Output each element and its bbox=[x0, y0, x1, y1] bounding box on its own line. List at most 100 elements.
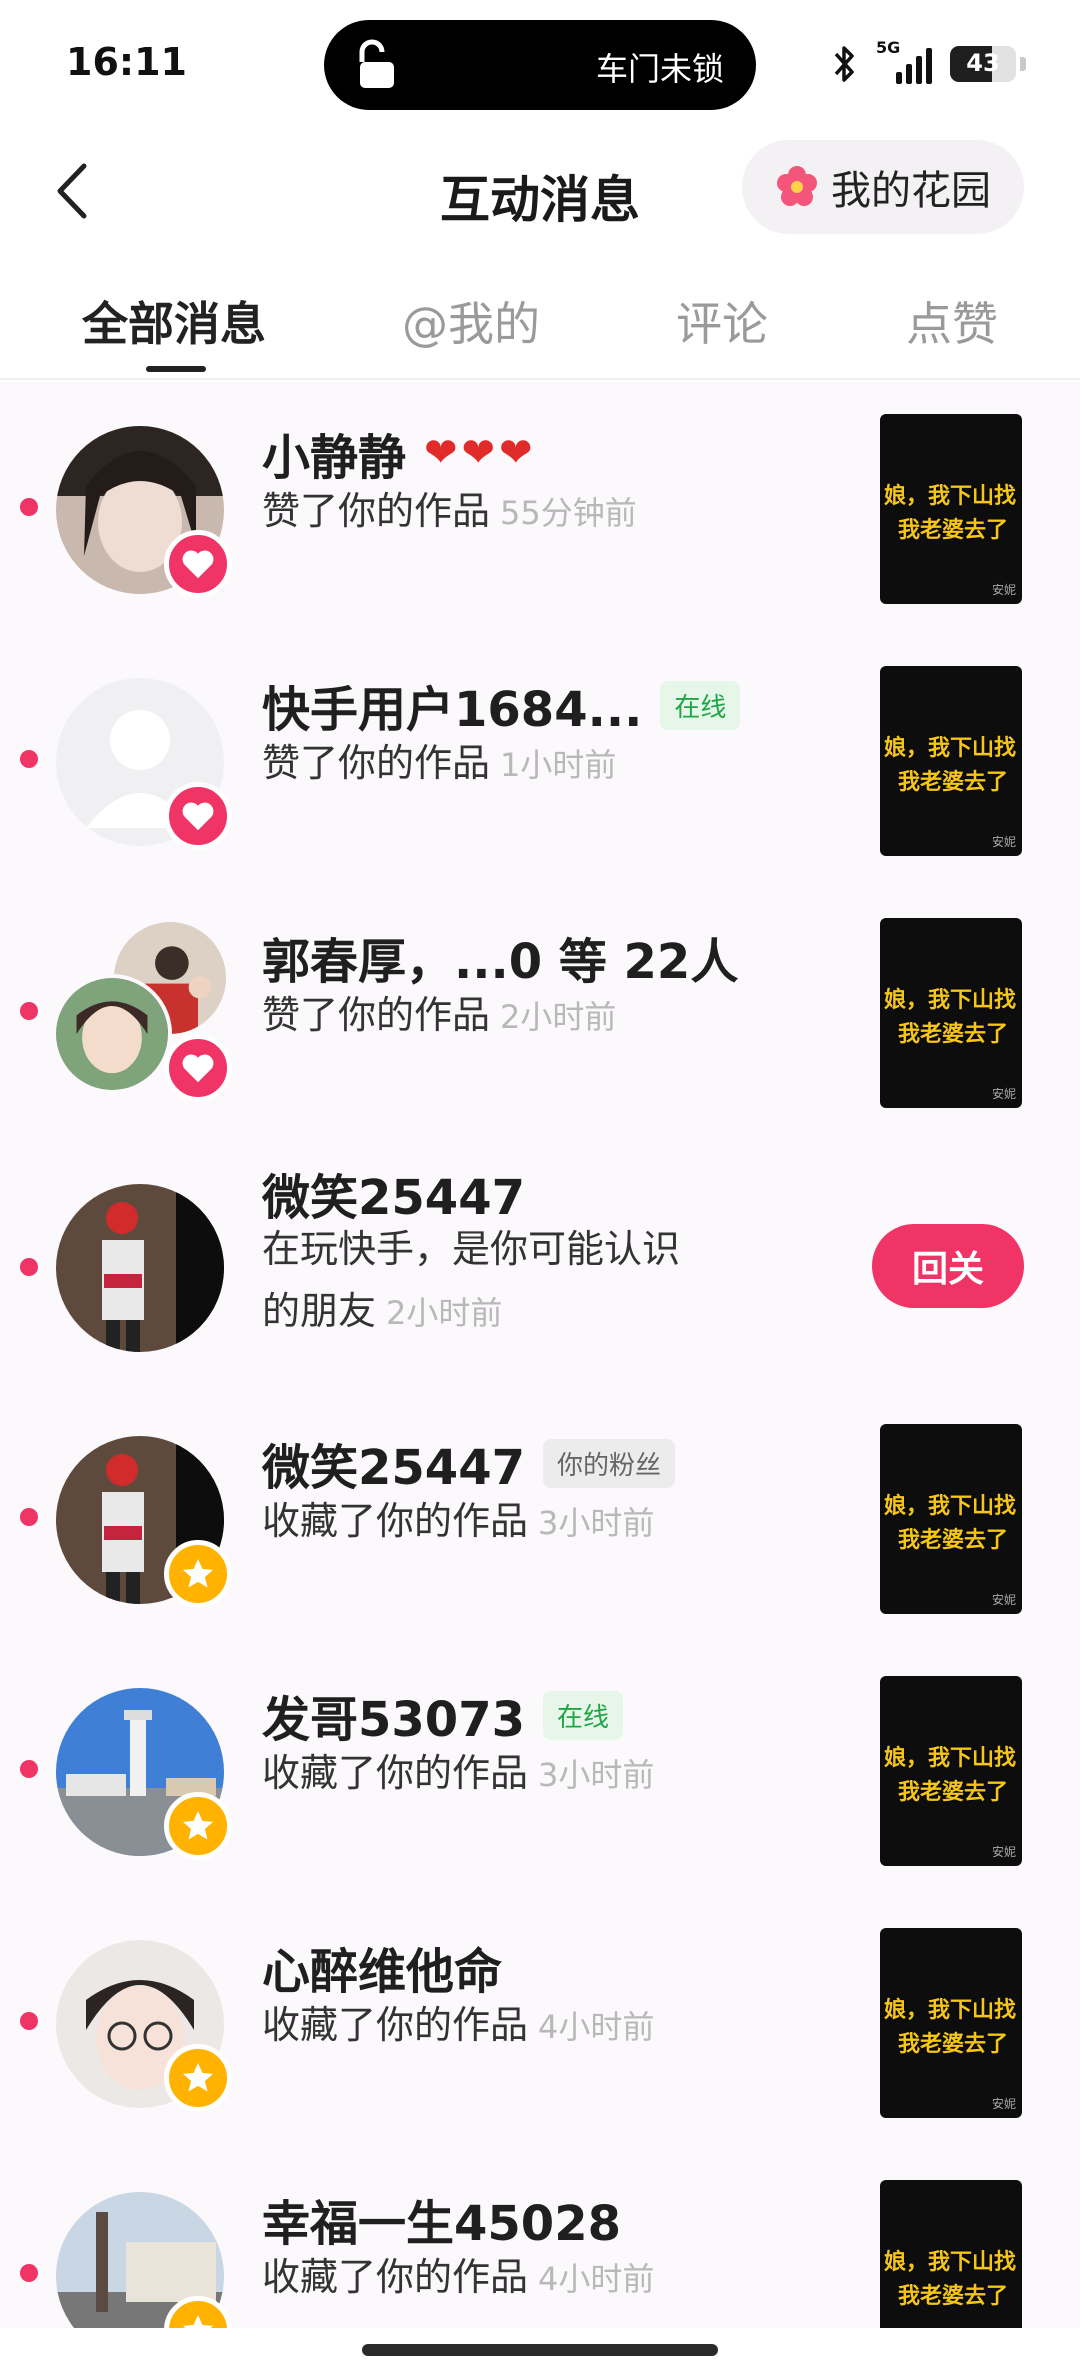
star-icon bbox=[182, 2314, 214, 2328]
signal-icon: 5G bbox=[876, 38, 932, 84]
thumbnail-watermark: 安妮 bbox=[991, 1845, 1016, 1859]
follow-back-button[interactable]: 回关 bbox=[872, 1224, 1024, 1308]
user-names-group[interactable]: 郭春厚，...0 等 22人 bbox=[262, 922, 738, 992]
tab-mentions[interactable]: @我的 bbox=[402, 288, 540, 354]
status-icons: 5G 43 bbox=[830, 36, 1026, 92]
unread-dot bbox=[20, 2264, 38, 2282]
unread-dot bbox=[20, 2012, 38, 2030]
thumbnail-caption-2: 我老婆去了 bbox=[898, 2032, 1009, 2057]
message-text: 收藏了你的作品 4小时前 bbox=[262, 2246, 702, 2310]
video-thumbnail[interactable]: 娘，我下山找 我老婆去了 安妮 bbox=[880, 1424, 1022, 1614]
dynamic-island[interactable]: 车门未锁 bbox=[324, 20, 756, 110]
unread-dot bbox=[20, 1258, 38, 1276]
message-list[interactable]: 小静静 ❤❤❤ 赞了你的作品 55分钟前 娘，我下山找 我老婆去了 安妮 快手用户… bbox=[0, 382, 1080, 2328]
thumbnail-caption-2: 我老婆去了 bbox=[898, 1022, 1009, 1047]
user-name[interactable]: 小静静 bbox=[262, 418, 406, 488]
favorite-badge bbox=[164, 1540, 232, 1608]
status-bar: 16:11 车门未锁 5G 43 bbox=[0, 0, 1080, 130]
time-ago: 3小时前 bbox=[538, 1756, 655, 1794]
bluetooth-icon bbox=[834, 46, 854, 82]
tab-comments[interactable]: 评论 bbox=[676, 288, 768, 354]
user-name[interactable]: 微笑25447 bbox=[262, 1428, 525, 1498]
tab-all-messages[interactable]: 全部消息 bbox=[82, 288, 266, 354]
battery-icon: 43 bbox=[950, 46, 1016, 82]
video-thumbnail[interactable]: 娘，我下山找 我老婆去了 安妮 bbox=[880, 666, 1022, 856]
video-thumbnail[interactable]: 娘，我下山找 我老婆去了 安妮 bbox=[880, 2180, 1022, 2328]
video-thumbnail[interactable]: 娘，我下山找 我老婆去了 安妮 bbox=[880, 918, 1022, 1108]
fan-tag: 你的粉丝 bbox=[543, 1438, 676, 1488]
name-line: 郭春厚，...0 等 22人 bbox=[262, 922, 738, 992]
tab-bar: 全部消息 @我的 评论 点赞 bbox=[0, 270, 1080, 380]
message-text: 赞了你的作品 55分钟前 bbox=[262, 480, 702, 544]
tab-likes[interactable]: 点赞 bbox=[906, 288, 998, 354]
user-name[interactable]: 发哥53073 bbox=[262, 1680, 525, 1750]
flower-icon bbox=[777, 166, 817, 206]
header: 互动消息 我的花园 bbox=[0, 130, 1080, 250]
action-text: 赞了你的作品 bbox=[262, 741, 491, 785]
star-icon bbox=[182, 1810, 214, 1840]
heart-icon bbox=[182, 550, 214, 579]
message-text: 在玩快手，是你可能认识的朋友 2小时前 bbox=[262, 1218, 702, 1344]
my-garden-label: 我的花园 bbox=[831, 168, 991, 214]
name-line: 心醉维他命 bbox=[262, 1932, 502, 2002]
thumbnail-watermark: 安妮 bbox=[991, 1087, 1016, 1101]
heart-icon bbox=[182, 1054, 214, 1083]
name-line: 发哥53073 在线 bbox=[262, 1680, 624, 1750]
favorite-badge bbox=[164, 2044, 232, 2112]
video-thumbnail[interactable]: 娘，我下山找 我老婆去了 安妮 bbox=[880, 1928, 1022, 2118]
battery-level: 43 bbox=[966, 49, 1000, 77]
thumbnail-caption-1: 娘，我下山找 bbox=[884, 2250, 1017, 2275]
name-line: 快手用户1684... 在线 bbox=[262, 670, 741, 740]
hearts-emoji: ❤❤❤ bbox=[424, 430, 537, 476]
thumbnail-caption-2: 我老婆去了 bbox=[898, 1780, 1009, 1805]
message-text: 赞了你的作品 2小时前 bbox=[262, 984, 702, 1048]
list-item[interactable]: 微笑25447 在玩快手，是你可能认识的朋友 2小时前 回关 bbox=[0, 1138, 1080, 1392]
battery-nub bbox=[1020, 57, 1026, 71]
avatar-front[interactable] bbox=[52, 974, 172, 1094]
message-text: 收藏了你的作品 3小时前 bbox=[262, 1490, 702, 1554]
list-item[interactable]: 郭春厚，...0 等 22人 赞了你的作品 2小时前 娘，我下山找 我老婆去了 安… bbox=[0, 886, 1080, 1138]
user-name[interactable]: 心醉维他命 bbox=[262, 1932, 502, 2002]
star-icon bbox=[182, 1558, 214, 1588]
action-text: 收藏了你的作品 bbox=[262, 2255, 529, 2299]
thumbnail-caption-2: 我老婆去了 bbox=[898, 2284, 1009, 2309]
list-item[interactable]: 小静静 ❤❤❤ 赞了你的作品 55分钟前 娘，我下山找 我老婆去了 安妮 bbox=[0, 382, 1080, 634]
list-item[interactable]: 微笑25447 你的粉丝 收藏了你的作品 3小时前 娘，我下山找 我老婆去了 安妮 bbox=[0, 1392, 1080, 1644]
avatar[interactable] bbox=[56, 1184, 224, 1352]
action-text: 赞了你的作品 bbox=[262, 489, 491, 533]
home-indicator[interactable] bbox=[362, 2344, 718, 2356]
thumbnail-caption-1: 娘，我下山找 bbox=[884, 736, 1017, 761]
thumbnail-caption-2: 我老婆去了 bbox=[898, 1528, 1009, 1553]
action-text: 收藏了你的作品 bbox=[262, 1751, 529, 1795]
thumbnail-caption-1: 娘，我下山找 bbox=[884, 484, 1017, 509]
thumbnail-caption-1: 娘，我下山找 bbox=[884, 1746, 1017, 1771]
list-item[interactable]: 发哥53073 在线 收藏了你的作品 3小时前 娘，我下山找 我老婆去了 安妮 bbox=[0, 1644, 1080, 1896]
my-garden-button[interactable]: 我的花园 bbox=[742, 140, 1024, 234]
island-text: 车门未锁 bbox=[595, 50, 724, 88]
unread-dot bbox=[20, 1760, 38, 1778]
like-badge bbox=[164, 1034, 232, 1102]
time-ago: 3小时前 bbox=[538, 1504, 655, 1542]
thumbnail-watermark: 安妮 bbox=[991, 835, 1016, 849]
like-badge bbox=[164, 530, 232, 598]
video-thumbnail[interactable]: 娘，我下山找 我老婆去了 安妮 bbox=[880, 414, 1022, 604]
unread-dot bbox=[20, 1508, 38, 1526]
time-ago: 1小时前 bbox=[500, 746, 617, 784]
thumbnail-watermark: 安妮 bbox=[991, 2097, 1016, 2111]
like-badge bbox=[164, 782, 232, 850]
user-name[interactable]: 幸福一生45028 bbox=[262, 2184, 621, 2254]
action-text: 收藏了你的作品 bbox=[262, 2003, 529, 2047]
user-name[interactable]: 快手用户1684... bbox=[262, 670, 642, 740]
time-ago: 2小时前 bbox=[500, 998, 617, 1036]
list-item[interactable]: 幸福一生45028 收藏了你的作品4小时前 娘，我下山找 我老婆去了 安妮 bbox=[0, 2148, 1080, 2328]
screen: 16:11 车门未锁 5G 43 互动消息 我的花园 全部消息 @我的 评论 点… bbox=[0, 0, 1080, 2376]
list-item[interactable]: 快手用户1684... 在线 赞了你的作品 1小时前 娘，我下山找 我老婆去了 安… bbox=[0, 634, 1080, 886]
list-item[interactable]: 心醉维他命 收藏了你的作品 4小时前 娘，我下山找 我老婆去了 安妮 bbox=[0, 1896, 1080, 2148]
star-icon bbox=[182, 2062, 214, 2092]
thumbnail-watermark: 安妮 bbox=[991, 583, 1016, 597]
action-text: 收藏了你的作品 bbox=[262, 1499, 529, 1543]
heart-icon bbox=[182, 802, 214, 831]
message-text: 赞了你的作品 1小时前 bbox=[262, 732, 702, 796]
unread-dot bbox=[20, 1002, 38, 1020]
video-thumbnail[interactable]: 娘，我下山找 我老婆去了 安妮 bbox=[880, 1676, 1022, 1866]
